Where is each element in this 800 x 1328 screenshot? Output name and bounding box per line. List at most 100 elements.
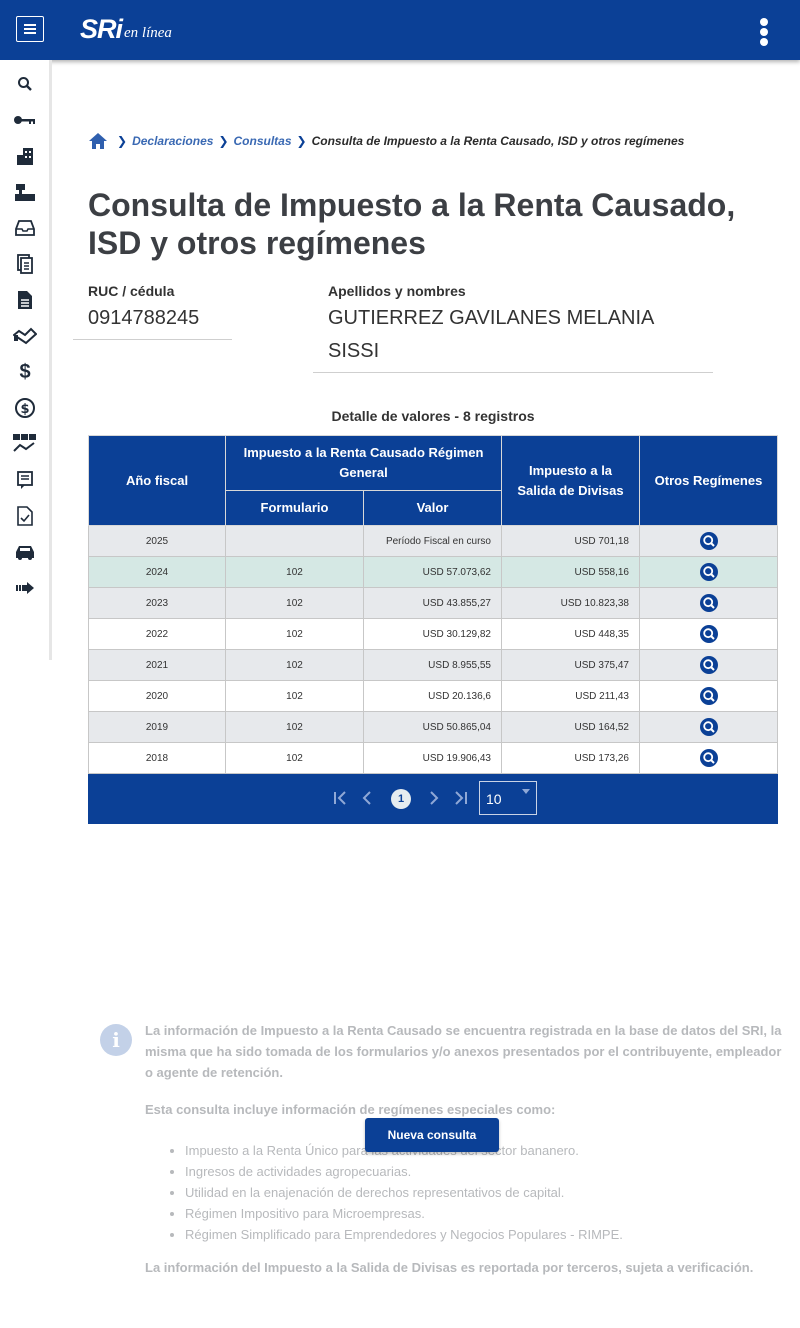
page-size-select[interactable]: 10 [479, 781, 537, 815]
handshake-icon[interactable] [12, 324, 38, 348]
info-paragraph-3: La información del Impuesto a la Salida … [145, 1260, 754, 1275]
cell-year: 2022 [88, 618, 226, 650]
view-details-icon[interactable] [699, 656, 718, 674]
header-general: Impuesto a la Renta Causado Régimen Gene… [225, 435, 502, 491]
inbox-icon[interactable] [12, 216, 38, 240]
table-caption: Detalle de valores - 8 registros [331, 408, 535, 424]
name-value: GUTIERREZ GAVILANES MELANIA SISSI [328, 307, 654, 362]
list-item: Utilidad en la enajenación de derechos r… [185, 1182, 785, 1203]
cell-value: USD 30.129,82 [363, 618, 502, 650]
cell-value: USD 57.073,62 [363, 556, 502, 588]
breadcrumb: ❯ Declaraciones ❯ Consultas ❯ Consulta d… [88, 132, 684, 150]
last-page-icon[interactable] [453, 790, 469, 810]
checklist-icon[interactable] [12, 504, 38, 528]
pagination: 1 10 [88, 774, 778, 824]
header-form: Formulario [225, 490, 364, 526]
cell-value: USD 20.136,6 [363, 680, 502, 712]
ruc-label: RUC / cédula [88, 283, 175, 299]
cell-form: 102 [225, 711, 364, 743]
table-row: 2022 102 USD 30.129,82 USD 448,35 [88, 618, 778, 650]
arrow-right-icon[interactable] [12, 576, 38, 600]
cell-form: 102 [225, 680, 364, 712]
header-other: Otros Regímenes [639, 435, 778, 526]
cell-form: 102 [225, 587, 364, 619]
cell-year: 2025 [88, 525, 226, 557]
breadcrumb-consultas[interactable]: Consultas [234, 134, 292, 148]
page-title: Consulta de Impuesto a la Renta Causado,… [88, 187, 736, 261]
cell-isd: USD 701,18 [501, 525, 640, 557]
home-icon[interactable] [88, 132, 108, 150]
current-page[interactable]: 1 [391, 789, 411, 809]
menu-toggle-button[interactable] [16, 16, 44, 42]
list-item: Ingresos de actividades agropecuarias. [185, 1161, 785, 1182]
cell-form: 102 [225, 556, 364, 588]
hamburger-line [24, 24, 36, 26]
cell-year: 2023 [88, 587, 226, 619]
cell-form: 102 [225, 742, 364, 774]
top-bar: SRi en línea [0, 0, 800, 60]
sri-logo[interactable]: SRi en línea [80, 14, 172, 45]
search-icon[interactable] [12, 72, 38, 96]
building-icon[interactable] [12, 144, 38, 168]
view-details-icon[interactable] [699, 532, 718, 550]
cell-isd: USD 10.823,38 [501, 587, 640, 619]
exchange-icon[interactable] [12, 432, 38, 456]
cell-value: USD 43.855,27 [363, 587, 502, 619]
cash-register-icon[interactable] [12, 180, 38, 204]
ruc-value: 0914788245 [88, 307, 200, 329]
chevron-right-icon: ❯ [117, 134, 128, 148]
cell-isd: USD 448,35 [501, 618, 640, 650]
cell-value: USD 8.955,55 [363, 649, 502, 681]
table-row: 2024 102 USD 57.073,62 USD 558,16 [88, 556, 778, 588]
cell-other [639, 742, 778, 774]
values-table: Año fiscal Impuesto a la Renta Causado R… [88, 435, 778, 774]
cell-isd: USD 375,47 [501, 649, 640, 681]
name-underline [313, 372, 713, 373]
cell-other [639, 556, 778, 588]
first-page-icon[interactable] [332, 790, 348, 810]
view-details-icon[interactable] [699, 687, 718, 705]
cell-year: 2018 [88, 742, 226, 774]
svg-text:$: $ [20, 402, 29, 417]
view-details-icon[interactable] [699, 749, 718, 767]
cell-value: USD 50.865,04 [363, 711, 502, 743]
cell-isd: USD 164,52 [501, 711, 640, 743]
list-item: Régimen Simplificado para Emprendedores … [185, 1224, 785, 1245]
list-item: Régimen Impositivo para Microempresas. [185, 1203, 785, 1224]
cell-other [639, 649, 778, 681]
header-isd: Impuesto a la Salida de Divisas [501, 435, 640, 526]
dollar-icon[interactable]: $ [12, 360, 38, 384]
chevron-right-icon: ❯ [296, 134, 307, 148]
breadcrumb-declaraciones[interactable]: Declaraciones [132, 134, 213, 148]
view-details-icon[interactable] [699, 718, 718, 736]
table-row: 2023 102 USD 43.855,27 USD 10.823,38 [88, 587, 778, 619]
header-value: Valor [363, 490, 502, 526]
prev-page-icon[interactable] [361, 790, 373, 810]
table-row: 2019 102 USD 50.865,04 USD 164,52 [88, 711, 778, 743]
cell-form: 102 [225, 618, 364, 650]
car-icon[interactable] [12, 540, 38, 564]
documents-icon[interactable] [12, 252, 38, 276]
name-label: Apellidos y nombres [328, 283, 466, 299]
special-regimes-list: Impuesto a la Renta Único para las activ… [185, 1140, 785, 1245]
view-details-icon[interactable] [699, 563, 718, 581]
file-icon[interactable] [12, 288, 38, 312]
next-page-icon[interactable] [428, 790, 440, 810]
view-details-icon[interactable] [699, 594, 718, 612]
more-options-icon[interactable] [760, 18, 768, 46]
hamburger-line [24, 32, 36, 34]
info-paragraph-1: La información de Impuesto a la Renta Ca… [145, 1023, 782, 1080]
cell-other [639, 587, 778, 619]
new-query-button[interactable]: Nueva consulta [365, 1118, 499, 1152]
page-size-value: 10 [486, 791, 502, 807]
table-row: 2018 102 USD 19.906,43 USD 173,26 [88, 742, 778, 774]
table-row: 2020 102 USD 20.136,6 USD 211,43 [88, 680, 778, 712]
view-details-icon[interactable] [699, 625, 718, 643]
key-icon[interactable] [12, 108, 38, 132]
forms-icon[interactable] [12, 468, 38, 492]
info-paragraph-2: Esta consulta incluye información de reg… [145, 1102, 556, 1117]
coin-icon[interactable]: $ [12, 396, 38, 420]
breadcrumb-current: Consulta de Impuesto a la Renta Causado,… [311, 134, 685, 148]
cell-other [639, 618, 778, 650]
cell-form: 102 [225, 649, 364, 681]
